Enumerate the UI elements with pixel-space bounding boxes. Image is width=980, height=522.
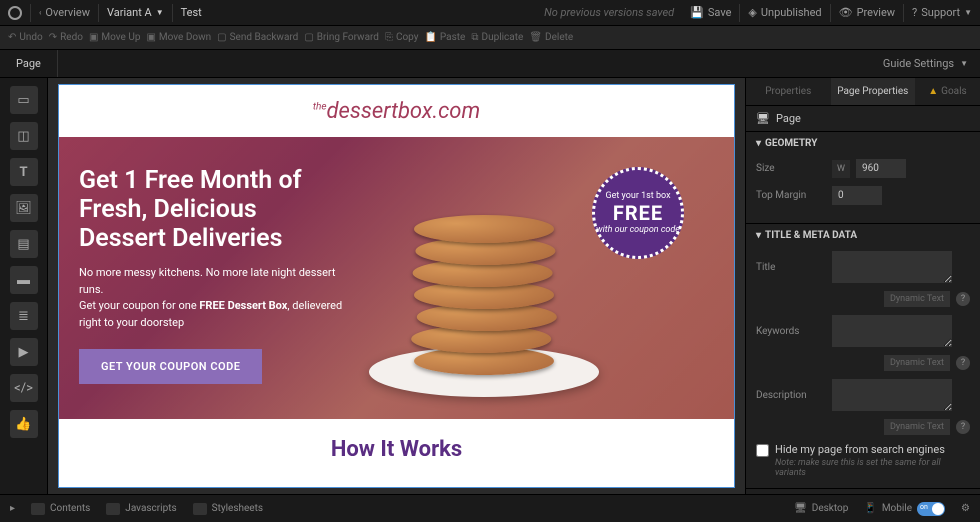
warning-icon: ▲ (928, 86, 938, 97)
mobile-toggle[interactable]: on (917, 502, 945, 516)
move-up-button[interactable]: ▣ Move Up (89, 32, 140, 43)
title-label: Title (756, 262, 826, 273)
desktop-view-button[interactable]: 🖥 Desktop (794, 503, 848, 514)
dynamic-text-button[interactable]: Dynamic Text (884, 355, 950, 371)
stylesheets-button[interactable]: Stylesheets (193, 503, 263, 515)
hide-label: Hide my page from search engines (775, 443, 970, 456)
keywords-label: Keywords (756, 326, 826, 337)
redo-button[interactable]: ↷ Redo (49, 32, 83, 43)
undo-button[interactable]: ↶ Undo (8, 32, 43, 43)
site-logo: thedessertbox.com (313, 98, 480, 124)
contents-button[interactable]: Contents (31, 503, 90, 515)
dynamic-text-button[interactable]: Dynamic Text (884, 419, 950, 435)
document-tabs: Page Guide Settings▼ (0, 50, 980, 78)
cta-button[interactable]: GET YOUR COUPON CODE (79, 349, 262, 384)
tab-page-properties[interactable]: Page Properties (831, 78, 916, 105)
expand-button[interactable]: ▸ (10, 503, 15, 514)
copy-button[interactable]: ⎘ Copy (385, 32, 419, 43)
mobile-view-button[interactable]: 📱 Mobile on (864, 502, 945, 516)
hide-note: Note: make sure this is set the same for… (775, 458, 970, 478)
size-label: Size (756, 163, 826, 174)
publish-status[interactable]: ◈ Unpublished (740, 6, 829, 19)
canvas[interactable]: thedessertbox.com Get 1 Free Month of Fr… (48, 78, 745, 494)
save-status: No previous versions saved (544, 6, 674, 19)
description-input[interactable] (832, 379, 952, 411)
button-tool-icon[interactable]: ▬ (10, 266, 38, 294)
back-overview[interactable]: ‹Overview (31, 6, 98, 19)
tab-goals[interactable]: ▲Goals (915, 78, 980, 105)
top-bar: ‹Overview Variant A▼ Test No previous ve… (0, 0, 980, 26)
box-tool-icon[interactable]: ◫ (10, 122, 38, 150)
image-tool-icon[interactable]: 🖼 (10, 194, 38, 222)
element-toolbar: ▭ ◫ T 🖼 ▤ ▬ ≣ ▶ </> 👍 (0, 78, 48, 494)
delete-button[interactable]: 🗑 Delete (529, 32, 573, 43)
hero-subtitle: No more messy kitchens. No more late nig… (79, 265, 359, 331)
tab-properties[interactable]: Properties (746, 78, 831, 105)
app-logo-icon[interactable] (8, 6, 22, 20)
save-button[interactable]: 💾 Save (682, 6, 739, 19)
embed-tool-icon[interactable]: ≣ (10, 302, 38, 330)
page-name: Test (173, 6, 210, 19)
page-frame[interactable]: thedessertbox.com Get 1 Free Month of Fr… (58, 84, 735, 488)
section-background-header[interactable]: ▾ BACKGROUND PROPERTIES (746, 489, 980, 494)
section-how-it-works: How It Works (59, 419, 734, 480)
preview-button[interactable]: 👁 Preview (831, 6, 903, 19)
title-input[interactable] (832, 251, 952, 283)
help-icon[interactable]: ? (956, 356, 970, 370)
help-icon[interactable]: ? (956, 420, 970, 434)
dynamic-text-button[interactable]: Dynamic Text (884, 291, 950, 307)
move-down-button[interactable]: ▣ Move Down (146, 32, 211, 43)
video-tool-icon[interactable]: ▶ (10, 338, 38, 366)
bring-forward-button[interactable]: ▢ Bring Forward (304, 32, 379, 43)
hero-section: Get 1 Free Month of Fresh, Delicious Des… (59, 137, 734, 419)
variant-dropdown[interactable]: Variant A▼ (99, 6, 172, 19)
tab-page[interactable]: Page (0, 50, 58, 77)
section-tool-icon[interactable]: ▭ (10, 86, 38, 114)
top-margin-label: Top Margin (756, 190, 826, 201)
action-bar: ↶ Undo ↷ Redo ▣ Move Up ▣ Move Down ▢ Se… (0, 26, 980, 50)
duplicate-button[interactable]: ⧉ Duplicate (471, 32, 523, 43)
social-tool-icon[interactable]: 👍 (10, 410, 38, 438)
section-title: How It Works (59, 437, 734, 462)
javascripts-button[interactable]: Javascripts (106, 503, 176, 515)
properties-panel: Properties Page Properties ▲Goals 🖥 Page… (745, 78, 980, 494)
support-dropdown[interactable]: ? Support ▼ (904, 6, 980, 19)
text-tool-icon[interactable]: T (10, 158, 38, 186)
paste-button[interactable]: 📋 Paste (424, 32, 465, 43)
width-prefix: W (832, 160, 850, 178)
section-meta-header[interactable]: ▾ TITLE & META DATA (746, 224, 980, 247)
promo-badge: Get your 1st box FREE with our coupon co… (592, 167, 684, 259)
form-tool-icon[interactable]: ▤ (10, 230, 38, 258)
html-tool-icon[interactable]: </> (10, 374, 38, 402)
settings-icon[interactable]: ⚙ (961, 503, 970, 514)
hide-from-search-checkbox[interactable] (756, 444, 769, 457)
bottom-bar: ▸ Contents Javascripts Stylesheets 🖥 Des… (0, 494, 980, 522)
section-geometry-header[interactable]: ▾ GEOMETRY (746, 132, 980, 155)
site-header: thedessertbox.com (59, 85, 734, 137)
send-backward-button[interactable]: ▢ Send Backward (217, 32, 298, 43)
description-label: Description (756, 390, 826, 401)
help-icon[interactable]: ? (956, 292, 970, 306)
selected-element: 🖥 Page (746, 106, 980, 132)
keywords-input[interactable] (832, 315, 952, 347)
width-input[interactable] (856, 159, 906, 178)
top-margin-input[interactable] (832, 186, 882, 205)
guide-settings-dropdown[interactable]: Guide Settings▼ (871, 57, 980, 70)
